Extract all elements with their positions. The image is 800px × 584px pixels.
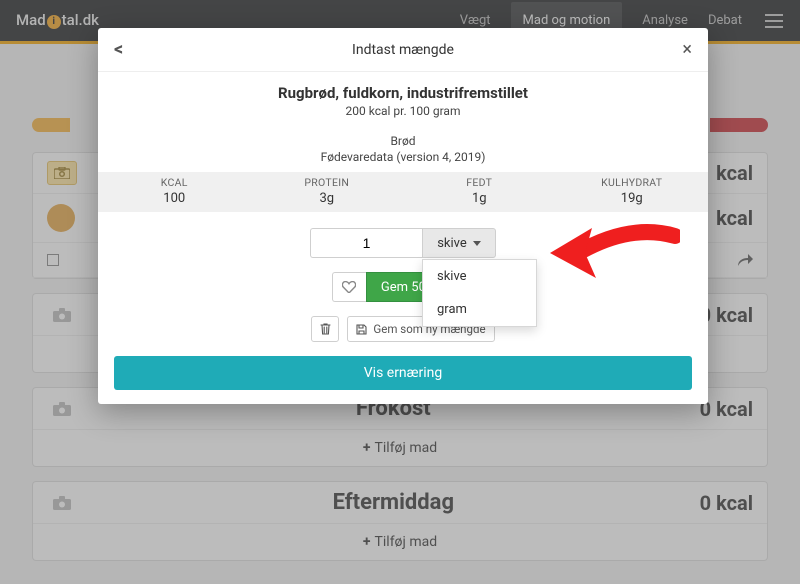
chevron-down-icon	[473, 241, 481, 246]
fat-value: 1g	[403, 191, 556, 206]
heart-icon	[342, 281, 356, 293]
mini-action-row: Gem som ny mængde	[98, 316, 708, 342]
unit-select[interactable]: skive skive gram	[422, 228, 496, 258]
close-icon[interactable]: ×	[682, 39, 692, 60]
kcal-value: 100	[98, 191, 251, 206]
unit-dropdown: skive gram	[422, 259, 537, 327]
nutrition-values: 100 3g 1g 19g	[98, 191, 708, 212]
product-category: Brød	[114, 134, 692, 148]
show-nutrition-button[interactable]: Vis ernæring	[114, 356, 692, 390]
product-name: Rugbrød, fuldkorn, industrifremstillet	[114, 84, 692, 102]
favorite-button[interactable]	[332, 272, 366, 302]
modal-title: Indtast mængde	[98, 42, 708, 58]
delete-button[interactable]	[311, 316, 339, 342]
quantity-input[interactable]	[310, 228, 422, 258]
carb-header: KULHYDRAT	[556, 176, 709, 189]
save-row: Gem 50 gram	[98, 272, 708, 302]
modal-header: < Indtast mængde ×	[98, 28, 708, 72]
quantity-modal: < Indtast mængde × Rugbrød, fuldkorn, in…	[98, 28, 708, 404]
protein-value: 3g	[251, 191, 404, 206]
kcal-header: KCAL	[98, 176, 251, 189]
trash-icon	[320, 323, 331, 335]
fat-header: FEDT	[403, 176, 556, 189]
nutrition-headers: KCAL PROTEIN FEDT KULHYDRAT	[98, 172, 708, 191]
unit-selected-label: skive	[437, 236, 467, 251]
save-icon	[356, 324, 367, 335]
unit-option-gram[interactable]: gram	[423, 293, 536, 326]
quantity-row: skive skive gram	[98, 228, 708, 258]
protein-header: PROTEIN	[251, 176, 404, 189]
product-info: Rugbrød, fuldkorn, industrifremstillet 2…	[98, 72, 708, 172]
back-button[interactable]: <	[114, 39, 123, 60]
carb-value: 19g	[556, 191, 709, 206]
product-source: Fødevaredata (version 4, 2019)	[114, 150, 692, 164]
product-subtitle: 200 kcal pr. 100 gram	[114, 104, 692, 118]
unit-option-skive[interactable]: skive	[423, 260, 536, 293]
